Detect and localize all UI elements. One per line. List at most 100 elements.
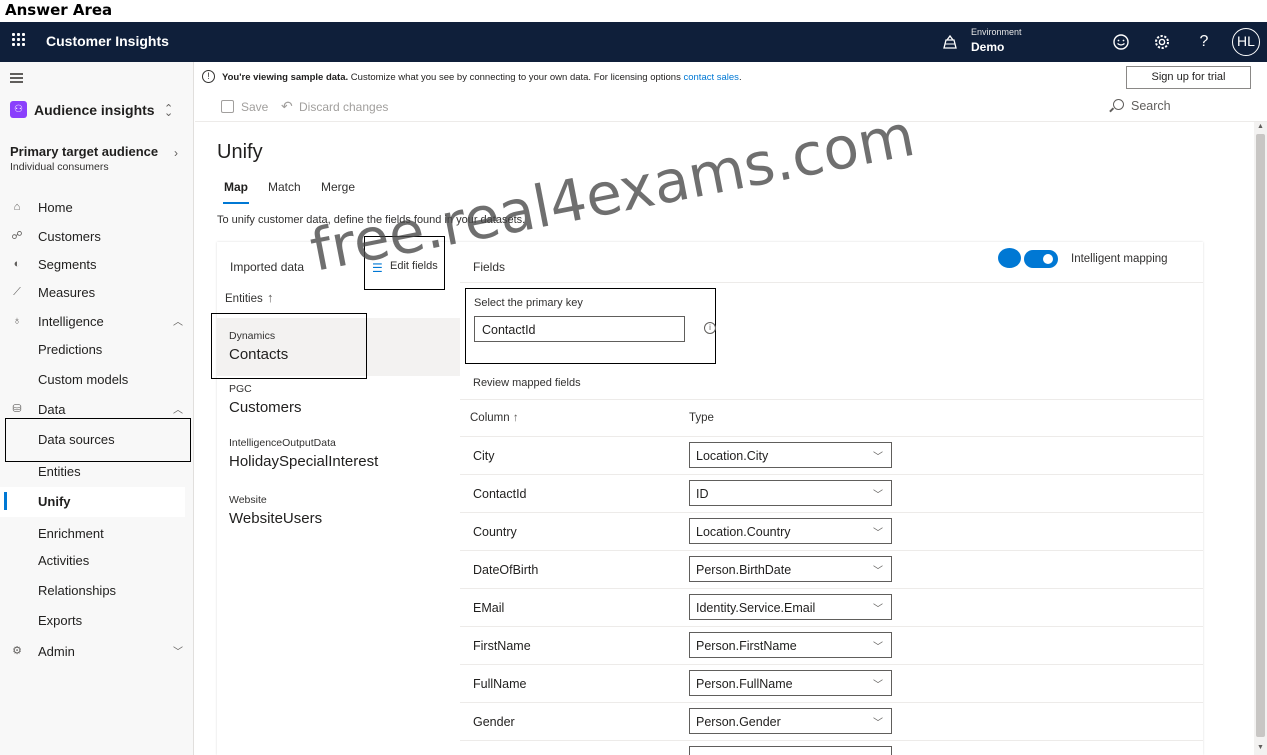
scrollbar-thumb[interactable] — [1256, 134, 1265, 737]
chevron-down-icon: ﹀ — [873, 528, 883, 539]
entities-header[interactable]: Entities — [225, 293, 263, 305]
entity-name[interactable]: WebsiteUsers — [229, 510, 322, 527]
vertical-scrollbar[interactable] — [1254, 122, 1267, 755]
type-dropdown[interactable]: Location.Country ﹀ — [689, 518, 892, 544]
column-name: FirstName — [473, 639, 531, 653]
chevron-right-icon[interactable]: › — [174, 146, 178, 160]
search-icon[interactable] — [1113, 99, 1124, 110]
entity-name[interactable]: Customers — [229, 399, 302, 416]
tab-match[interactable]: Match — [268, 180, 301, 194]
sidebar-item-intelligence[interactable]: ♁ Intelligence ︿ — [0, 309, 194, 335]
app-title[interactable]: Customer Insights — [46, 33, 169, 49]
review-mapped-fields-label: Review mapped fields — [473, 377, 581, 389]
sidebar-item-measures[interactable]: ⟋ Measures — [0, 280, 194, 306]
tab-map[interactable]: Map — [224, 180, 248, 194]
table-row: EMail Identity.Service.Email ﹀ — [460, 588, 1203, 626]
home-icon: ⌂ — [13, 201, 21, 213]
type-dropdown[interactable]: Person.BirthDate ﹀ — [689, 556, 892, 582]
sidebar: ⚇ Audience insights ⌃ ⌄ Primary target au… — [0, 62, 194, 755]
chevron-up-icon[interactable]: ︿ — [173, 313, 183, 328]
chevron-down-icon: ﹀ — [873, 566, 883, 577]
sidebar-item-label: Enrichment — [38, 526, 104, 541]
sidebar-item-label: Segments — [38, 257, 97, 272]
column-header[interactable]: Column ↑ — [470, 412, 519, 424]
sample-data-banner: ! You're viewing sample data. Customize … — [195, 62, 1267, 92]
entity-name[interactable]: HolidaySpecialInterest — [229, 453, 378, 470]
toggle-cursor-highlight — [998, 248, 1021, 268]
type-dropdown[interactable]: Person.Gender ﹀ — [689, 708, 892, 734]
table-row: FullName Person.FullName ﹀ — [460, 664, 1203, 702]
toggle-knob — [1043, 254, 1053, 264]
type-dropdown[interactable]: Person.FullName ﹀ — [689, 670, 892, 696]
sort-ascending-icon[interactable]: ↑ — [267, 290, 274, 305]
table-row — [460, 740, 1203, 755]
type-dropdown[interactable]: Person.FirstName ﹀ — [689, 632, 892, 658]
sidebar-item-home[interactable]: ⌂ Home — [0, 195, 194, 221]
sidebar-item-admin[interactable]: ⚙ Admin ﹀ — [0, 639, 194, 665]
table-row: Gender Person.Gender ﹀ — [460, 702, 1203, 740]
save-icon — [221, 100, 234, 113]
audience-subtitle: Individual consumers — [10, 161, 109, 173]
sidebar-item-enrichment[interactable]: Enrichment — [0, 521, 194, 547]
app-launcher-icon[interactable] — [12, 33, 26, 47]
sign-up-trial-button[interactable]: Sign up for trial — [1126, 66, 1251, 89]
chevron-down-icon[interactable]: ﹀ — [173, 643, 183, 658]
fields-title: Fields — [473, 260, 506, 274]
type-dropdown[interactable]: Location.City ﹀ — [689, 442, 892, 468]
scroll-down-arrow-icon[interactable]: ▼ — [1257, 744, 1264, 751]
info-icon: ! — [202, 70, 215, 83]
sidebar-item-relationships[interactable]: Relationships — [0, 578, 194, 604]
primary-key-input[interactable]: ContactId — [474, 316, 685, 342]
active-tab-indicator — [223, 202, 249, 204]
environment-value[interactable]: Demo — [971, 40, 1004, 54]
entity-source: PGC — [229, 383, 252, 395]
sidebar-item-exports[interactable]: Exports — [0, 608, 194, 634]
sidebar-item-customers[interactable]: ☍ Customers — [0, 224, 194, 250]
type-dropdown[interactable]: Identity.Service.Email ﹀ — [689, 594, 892, 620]
type-dropdown[interactable] — [689, 746, 892, 755]
hamburger-menu-icon[interactable] — [10, 73, 23, 83]
save-button[interactable]: Save — [241, 100, 268, 114]
search-button[interactable]: Search — [1131, 99, 1171, 113]
audience-title[interactable]: Primary target audience — [10, 144, 158, 159]
tab-merge[interactable]: Merge — [321, 180, 355, 194]
customers-icon: ☍ — [11, 230, 23, 242]
sidebar-item-predictions[interactable]: Predictions — [0, 337, 194, 363]
feedback-smiley-icon[interactable] — [1111, 32, 1131, 52]
user-avatar[interactable]: HL — [1232, 28, 1260, 56]
intelligent-mapping-toggle[interactable] — [1024, 250, 1058, 268]
help-icon[interactable]: ? — [1194, 32, 1214, 52]
chevron-up-icon[interactable]: ︿ — [173, 401, 183, 416]
scroll-up-arrow-icon[interactable]: ▲ — [1257, 123, 1264, 130]
primary-key-label: Select the primary key — [474, 297, 583, 309]
command-bar: Save ↶ Discard changes Search — [195, 92, 1267, 122]
chevron-down-icon: ﹀ — [873, 604, 883, 615]
column-name: ContactId — [473, 487, 527, 501]
unify-description: To unify customer data, define the field… — [217, 214, 526, 226]
chevron-updown-icon[interactable]: ⌃ ⌄ — [164, 102, 173, 128]
environment-icon[interactable] — [942, 34, 958, 50]
contact-sales-link[interactable]: contact sales — [683, 72, 738, 83]
sidebar-item-label: Data — [38, 402, 66, 417]
sidebar-item-label: Admin — [38, 644, 75, 659]
list-edit-icon[interactable]: ☰ — [372, 261, 383, 275]
sidebar-item-entities[interactable]: Entities — [0, 459, 194, 485]
sidebar-item-segments[interactable]: ◐ Segments — [0, 252, 194, 278]
column-name: Country — [473, 525, 517, 539]
sidebar-item-label: Predictions — [38, 342, 103, 357]
settings-gear-icon[interactable] — [1152, 32, 1172, 52]
column-name: DateOfBirth — [473, 563, 539, 577]
map-card: Imported data ☰ Edit fields Entities ↑ D… — [211, 236, 1203, 755]
sidebar-item-custom-models[interactable]: Custom models — [0, 367, 194, 393]
app-switcher-label[interactable]: Audience insights — [34, 102, 155, 118]
sort-ascending-icon[interactable]: ↑ — [513, 412, 519, 424]
sidebar-item-label: Activities — [38, 553, 90, 568]
sidebar-item-activities[interactable]: Activities — [0, 548, 194, 574]
imported-data-title: Imported data — [230, 260, 305, 274]
sidebar-item-unify[interactable]: Unify — [0, 487, 185, 517]
discard-changes-button[interactable]: Discard changes — [299, 100, 388, 114]
table-row: City Location.City ﹀ — [460, 436, 1203, 474]
type-dropdown[interactable]: ID ﹀ — [689, 480, 892, 506]
edit-fields-button[interactable]: Edit fields — [390, 260, 438, 272]
info-icon[interactable]: i — [704, 322, 716, 334]
